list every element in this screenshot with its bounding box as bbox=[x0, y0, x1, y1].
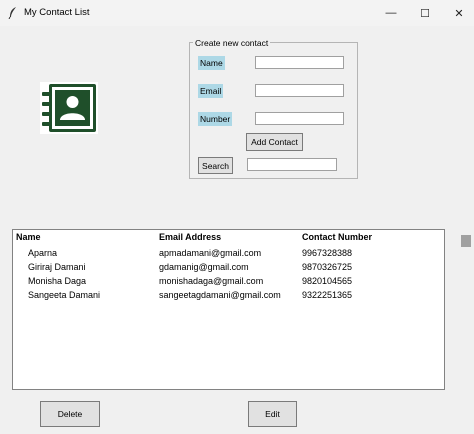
email-label: Email bbox=[198, 84, 224, 98]
row-2-number[interactable]: 9870326725 bbox=[302, 262, 352, 272]
row-1-name[interactable]: Aparna bbox=[28, 248, 57, 258]
row-3-email[interactable]: monishadaga@gmail.com bbox=[159, 276, 263, 286]
scrollbar-thumb[interactable] bbox=[461, 235, 471, 247]
row-4-email[interactable]: sangeetagdamani@gmail.com bbox=[159, 290, 281, 300]
minimize-button[interactable]: — bbox=[376, 0, 406, 26]
title-bar: My Contact List — ☐ ✕ bbox=[0, 0, 474, 26]
edit-button[interactable]: Edit bbox=[248, 401, 297, 427]
column-header-number[interactable]: Contact Number bbox=[302, 232, 372, 242]
column-header-email[interactable]: Email Address bbox=[159, 232, 221, 242]
window-title: My Contact List bbox=[24, 7, 90, 18]
delete-button[interactable]: Delete bbox=[40, 401, 100, 427]
number-label: Number bbox=[198, 112, 233, 126]
group-title: Create new contact bbox=[193, 38, 271, 48]
name-label: Name bbox=[198, 56, 225, 70]
add-contact-button[interactable]: Add Contact bbox=[246, 133, 303, 151]
search-input[interactable] bbox=[247, 158, 337, 171]
name-field[interactable] bbox=[255, 56, 344, 69]
row-3-name[interactable]: Monisha Daga bbox=[28, 276, 86, 286]
feather-icon bbox=[8, 7, 16, 19]
row-4-name[interactable]: Sangeeta Damani bbox=[28, 290, 100, 300]
maximize-button[interactable]: ☐ bbox=[410, 0, 440, 26]
row-3-number[interactable]: 9820104565 bbox=[302, 276, 352, 286]
close-button[interactable]: ✕ bbox=[444, 0, 474, 26]
search-button[interactable]: Search bbox=[198, 157, 233, 174]
row-1-number[interactable]: 9967328388 bbox=[302, 248, 352, 258]
column-header-name[interactable]: Name bbox=[16, 232, 41, 242]
row-2-email[interactable]: gdamanig@gmail.com bbox=[159, 262, 249, 272]
row-4-number[interactable]: 9322251365 bbox=[302, 290, 352, 300]
row-2-name[interactable]: Giriraj Damani bbox=[28, 262, 86, 272]
address-book-icon bbox=[40, 82, 98, 134]
number-field[interactable] bbox=[255, 112, 344, 125]
email-field[interactable] bbox=[255, 84, 344, 97]
row-1-email[interactable]: apmadamani@gmail.com bbox=[159, 248, 261, 258]
